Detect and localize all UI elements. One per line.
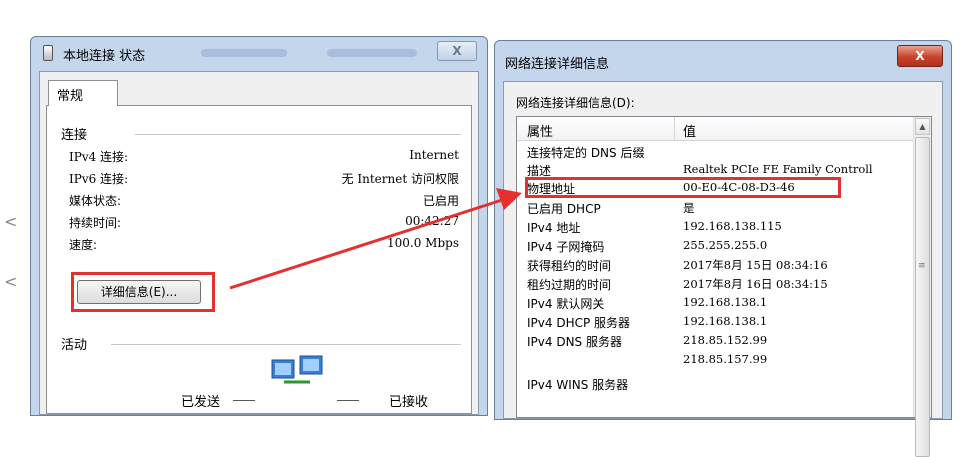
group-divider: [135, 134, 461, 135]
list-header: 属性 值: [517, 117, 913, 141]
details-button[interactable]: 详细信息(E)...: [77, 280, 201, 304]
group-divider: [111, 344, 461, 345]
list-item[interactable]: IPv4 默认网关 192.168.138.1: [517, 294, 913, 313]
bracket-glyph: <: [4, 212, 18, 231]
bracket-glyph: <: [4, 272, 18, 291]
sent-label: 已发送: [181, 395, 221, 410]
value-cell: 255.255.255.0: [683, 238, 768, 252]
scroll-up-arrow-icon[interactable]: ▲: [915, 118, 930, 135]
property-cell: 连接特定的 DNS 后缀: [527, 146, 645, 160]
window-title: 本地连接 状态: [63, 49, 146, 64]
property-cell: IPv4 DHCP 服务器: [527, 316, 631, 330]
general-tab-panel: 连接 IPv4 连接: Internet IPv6 连接: 无 Internet…: [46, 105, 472, 414]
details-list[interactable]: 属性 值 连接特定的 DNS 后缀 描述 Realtek PCIe FE Fami…: [516, 116, 932, 457]
column-separator[interactable]: [674, 117, 675, 141]
property-cell: 物理地址: [527, 182, 576, 196]
value-cell: 2017年8月 15日 08:34:16: [683, 258, 828, 272]
details-caption: 网络连接详细信息(D):: [516, 96, 635, 110]
speed-label: 速度:: [69, 238, 98, 252]
ipv6-connection-label: IPv6 连接:: [69, 172, 129, 186]
ipv4-connection-value: Internet: [409, 148, 459, 162]
blurred-title-area: [201, 49, 287, 57]
property-cell: IPv4 默认网关: [527, 297, 605, 311]
list-item[interactable]: 获得租约的时间 2017年8月 15日 08:34:16: [517, 256, 913, 275]
window-client-area: 网络连接详细信息(D): 属性 值 连接特定的 DNS 后缀 描述 Realtek…: [503, 81, 943, 457]
list-rows: 连接特定的 DNS 后缀 描述 Realtek PCIe FE Family Co…: [517, 143, 913, 417]
network-adapter-icon: [43, 45, 53, 61]
media-state-value: 已启用: [422, 194, 459, 208]
value-cell: 192.168.138.1: [683, 314, 768, 328]
value-cell: 218.85.152.99: [683, 333, 768, 347]
property-cell: IPv4 子网掩码: [527, 240, 605, 254]
column-header-property[interactable]: 属性: [527, 121, 553, 140]
duration-label: 持续时间:: [69, 216, 122, 230]
property-cell: 获得租约的时间: [527, 259, 612, 273]
network-connection-details-window: 网络连接详细信息 X 网络连接详细信息(D): 属性 值 连接特定的 DNS 后…: [494, 40, 952, 457]
property-cell: IPv4 地址: [527, 221, 581, 235]
left-edge-strip: < <: [0, 0, 30, 400]
property-cell: IPv4 WINS 服务器: [527, 378, 629, 392]
ipv4-connection-label: IPv4 连接:: [69, 150, 129, 164]
scrollbar-thumb[interactable]: ≡: [915, 137, 930, 457]
value-cell: 192.168.138.115: [683, 219, 782, 233]
speed-value: 100.0 Mbps: [387, 236, 459, 250]
ipv6-connection-value: 无 Internet 访问权限: [341, 172, 459, 186]
list-item[interactable]: IPv4 DNS 服务器 218.85.152.99: [517, 332, 913, 351]
value-cell: 2017年8月 16日 08:34:15: [683, 277, 828, 291]
network-activity-icon: [271, 355, 323, 384]
window-client-area: 常规 连接 IPv4 连接: Internet IPv6 连接: 无 Inter…: [39, 71, 479, 415]
list-item[interactable]: IPv4 DHCP 服务器 192.168.138.1: [517, 313, 913, 332]
connection-group-label: 连接: [61, 128, 88, 143]
list-item[interactable]: IPv4 WINS 服务器: [517, 375, 913, 394]
sent-dash: [233, 400, 255, 401]
value-cell: 218.85.157.99: [683, 352, 768, 366]
close-button[interactable]: X: [897, 45, 943, 67]
local-connection-status-window: 本地连接 状态 X 常规 连接 IPv4 连接: Internet IPv6 连…: [30, 36, 488, 416]
value-cell: 00-E0-4C-08-D3-46: [683, 180, 795, 194]
value-cell: Realtek PCIe FE Family Controll: [683, 162, 873, 176]
list-item[interactable]: 已启用 DHCP 是: [517, 199, 913, 218]
received-label: 已接收: [389, 395, 429, 410]
list-item[interactable]: 租约过期的时间 2017年8月 16日 08:34:15: [517, 275, 913, 294]
vertical-scrollbar[interactable]: ▲ ≡: [913, 117, 931, 457]
thumb-grip-icon: ≡: [918, 261, 926, 271]
list-item[interactable]: IPv4 子网掩码 255.255.255.0: [517, 237, 913, 256]
close-button[interactable]: X: [437, 41, 477, 61]
media-state-label: 媒体状态:: [69, 194, 122, 208]
blurred-title-area: [327, 49, 417, 57]
value-cell: 192.168.138.1: [683, 295, 768, 309]
tab-general[interactable]: 常规: [48, 80, 118, 106]
list-item[interactable]: 218.85.157.99: [517, 351, 913, 370]
property-cell: 已启用 DHCP: [527, 202, 601, 216]
list-item[interactable]: 物理地址 00-E0-4C-08-D3-46: [517, 179, 913, 198]
title-bar[interactable]: 本地连接 状态 X: [31, 37, 487, 71]
received-dash: [337, 400, 359, 401]
list-item[interactable]: 连接特定的 DNS 后缀: [517, 143, 913, 162]
duration-value: 00:42:27: [405, 214, 459, 228]
list-item[interactable]: 描述 Realtek PCIe FE Family Controll: [517, 161, 913, 180]
property-cell: 租约过期的时间: [527, 278, 612, 292]
property-cell: 描述: [527, 164, 552, 178]
window-title: 网络连接详细信息: [505, 57, 610, 72]
value-cell: 是: [683, 201, 695, 215]
column-header-value[interactable]: 值: [683, 121, 696, 140]
activity-group-label: 活动: [61, 338, 88, 353]
property-cell: IPv4 DNS 服务器: [527, 335, 622, 349]
list-item[interactable]: IPv4 地址 192.168.138.115: [517, 218, 913, 237]
